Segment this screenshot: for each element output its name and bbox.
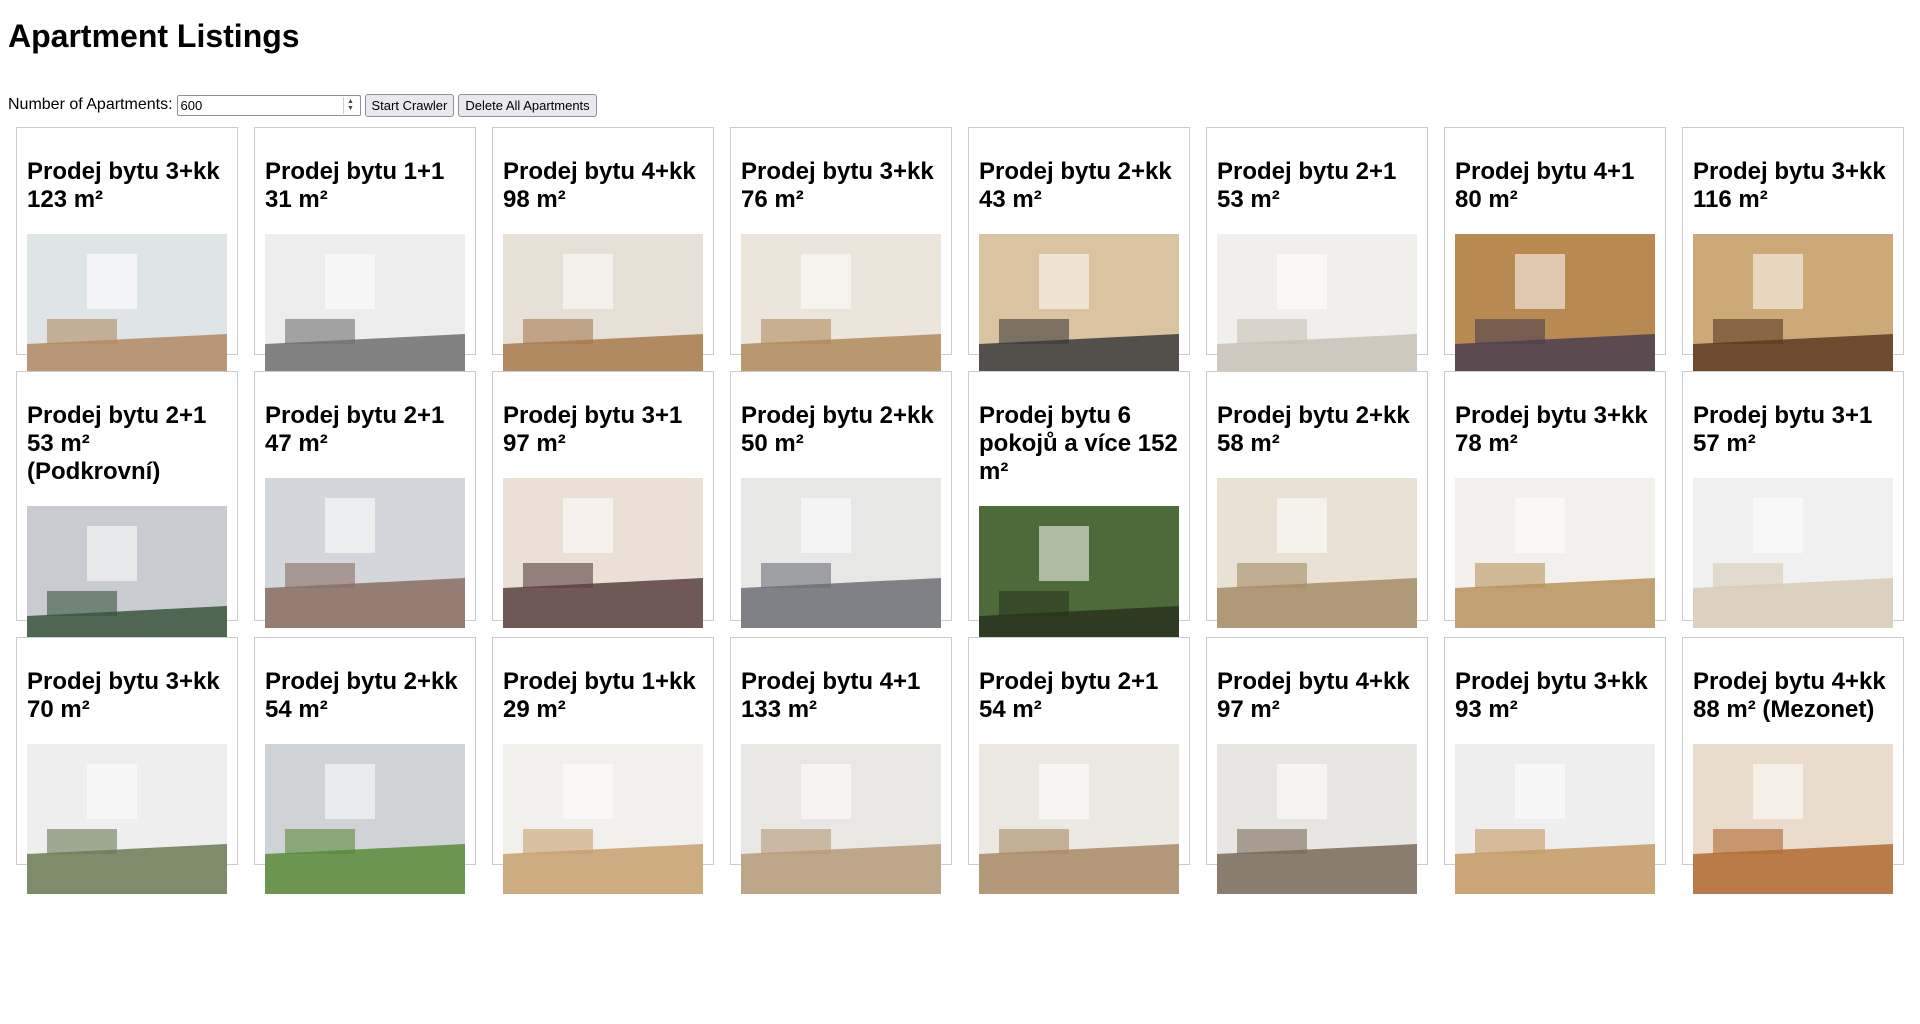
- apartment-count-stepper[interactable]: ▲ ▼: [342, 96, 358, 114]
- listing-title: Prodej bytu 4+kk 98 m²: [503, 158, 696, 213]
- listing-photo: [265, 234, 465, 384]
- listing-title: Prodej bytu 1+1 31 m²: [265, 158, 445, 213]
- listing-title: Prodej bytu 3+kk 76 m²: [741, 158, 934, 213]
- listing-photo: [979, 506, 1179, 656]
- listing-card: Prodej bytu 2+kk 43 m²: [968, 127, 1190, 384]
- listing-title: Prodej bytu 3+kk 93 m²: [1455, 668, 1648, 723]
- listing-photo: [1217, 478, 1417, 628]
- listing-photo: [27, 744, 227, 894]
- listing-title: Prodej bytu 2+kk 58 m²: [1217, 402, 1410, 457]
- listing-photo: [979, 234, 1179, 384]
- listing-photo: [979, 744, 1179, 894]
- crawler-controls: Number of Apartments: ▲ ▼ Start Crawler …: [8, 93, 1920, 117]
- listing-card: Prodej bytu 2+kk 58 m²: [1206, 371, 1428, 628]
- stepper-up-icon[interactable]: ▲: [347, 98, 354, 105]
- listing-photo: [1693, 478, 1893, 628]
- listing-photo: [27, 234, 227, 384]
- listing-title: Prodej bytu 2+1 53 m²: [1217, 158, 1397, 213]
- listing-card: Prodej bytu 3+kk 78 m²: [1444, 371, 1666, 628]
- listing-photo: [503, 478, 703, 628]
- listing-photo: [1455, 234, 1655, 384]
- listing-title: Prodej bytu 6 pokojů a více 152 m²: [979, 402, 1178, 485]
- listing-title: Prodej bytu 4+kk 97 m²: [1217, 668, 1410, 723]
- listing-title: Prodej bytu 3+1 97 m²: [503, 402, 683, 457]
- listing-title: Prodej bytu 2+1 47 m²: [265, 402, 445, 457]
- listing-title: Prodej bytu 1+kk 29 m²: [503, 668, 696, 723]
- listing-card: Prodej bytu 3+1 57 m²: [1682, 371, 1904, 628]
- listing-card: Prodej bytu 4+kk 88 m² (Mezonet): [1682, 637, 1904, 894]
- listing-card: Prodej bytu 1+kk 29 m²: [492, 637, 714, 894]
- listing-title: Prodej bytu 2+kk 43 m²: [979, 158, 1172, 213]
- listing-card: Prodej bytu 1+1 31 m²: [254, 127, 476, 384]
- stepper-down-icon[interactable]: ▼: [347, 105, 354, 112]
- listing-photo: [1455, 744, 1655, 894]
- listing-card: Prodej bytu 2+1 53 m² (Podkrovní): [16, 371, 238, 656]
- listing-card: Prodej bytu 3+kk 76 m²: [730, 127, 952, 384]
- listing-photo: [265, 744, 465, 894]
- listing-title: Prodej bytu 3+kk 78 m²: [1455, 402, 1648, 457]
- listing-card: Prodej bytu 4+1 133 m²: [730, 637, 952, 894]
- listings-grid: Prodej bytu 3+kk 123 m² Prodej bytu 1+1 3…: [16, 127, 1920, 894]
- page: Apartment Listings Number of Apartments:…: [0, 0, 1920, 894]
- listing-card: Prodej bytu 2+kk 54 m²: [254, 637, 476, 894]
- listing-card: Prodej bytu 2+1 54 m²: [968, 637, 1190, 894]
- apartment-count-input[interactable]: [177, 95, 334, 115]
- listing-card: Prodej bytu 2+kk 50 m²: [730, 371, 952, 628]
- listing-photo: [1455, 478, 1655, 628]
- listing-card: Prodej bytu 6 pokojů a více 152 m²: [968, 371, 1190, 656]
- listing-photo: [1693, 234, 1893, 384]
- listing-title: Prodej bytu 4+1 80 m²: [1455, 158, 1635, 213]
- listing-title: Prodej bytu 2+1 54 m²: [979, 668, 1159, 723]
- listing-title: Prodej bytu 3+kk 70 m²: [27, 668, 220, 723]
- listing-photo: [265, 478, 465, 628]
- listing-title: Prodej bytu 4+1 133 m²: [741, 668, 921, 723]
- listing-photo: [741, 234, 941, 384]
- listing-photo: [503, 744, 703, 894]
- listing-title: Prodej bytu 2+kk 54 m²: [265, 668, 458, 723]
- listing-card: Prodej bytu 3+kk 123 m²: [16, 127, 238, 384]
- apartment-count-label: Number of Apartments:: [8, 96, 173, 113]
- listing-card: Prodej bytu 4+kk 97 m²: [1206, 637, 1428, 894]
- delete-all-apartments-button[interactable]: Delete All Apartments: [458, 93, 597, 117]
- listing-photo: [741, 478, 941, 628]
- listing-photo: [27, 506, 227, 656]
- listing-title: Prodej bytu 3+1 57 m²: [1693, 402, 1873, 457]
- listing-card: Prodej bytu 4+kk 98 m²: [492, 127, 714, 384]
- listing-card: Prodej bytu 4+1 80 m²: [1444, 127, 1666, 384]
- listing-photo: [741, 744, 941, 894]
- listing-photo: [1693, 744, 1893, 894]
- listing-card: Prodej bytu 3+kk 93 m²: [1444, 637, 1666, 894]
- listing-title: Prodej bytu 4+kk 88 m² (Mezonet): [1693, 668, 1886, 723]
- listing-card: Prodej bytu 2+1 53 m²: [1206, 127, 1428, 384]
- listing-photo: [503, 234, 703, 384]
- listing-title: Prodej bytu 2+kk 50 m²: [741, 402, 934, 457]
- listing-card: Prodej bytu 2+1 47 m²: [254, 371, 476, 628]
- listing-photo: [1217, 234, 1417, 384]
- page-title: Apartment Listings: [8, 18, 300, 54]
- listing-card: Prodej bytu 3+kk 70 m²: [16, 637, 238, 894]
- listing-title: Prodej bytu 2+1 53 m² (Podkrovní): [27, 402, 207, 485]
- listing-title: Prodej bytu 3+kk 116 m²: [1693, 158, 1886, 213]
- listing-card: Prodej bytu 3+kk 116 m²: [1682, 127, 1904, 384]
- listing-title: Prodej bytu 3+kk 123 m²: [27, 158, 220, 213]
- listing-photo: [1217, 744, 1417, 894]
- apartment-count-field[interactable]: ▲ ▼: [176, 94, 361, 116]
- listing-card: Prodej bytu 3+1 97 m²: [492, 371, 714, 628]
- start-crawler-button[interactable]: Start Crawler: [364, 93, 455, 117]
